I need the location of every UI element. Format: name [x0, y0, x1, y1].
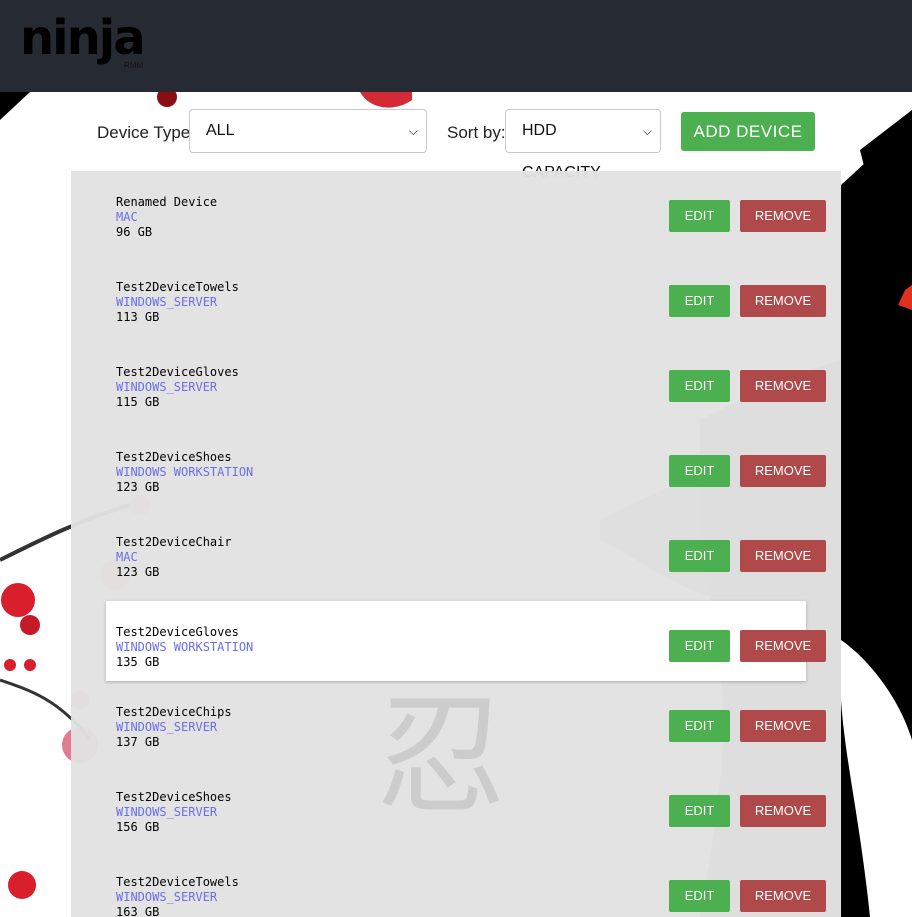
remove-button[interactable]: REMOVE: [740, 795, 826, 827]
device-name: Renamed Device: [116, 195, 218, 209]
top-header: ninja RMM: [0, 0, 912, 92]
edit-button[interactable]: EDIT: [669, 370, 730, 402]
device-type: MAC: [116, 550, 138, 564]
device-row: Test2DeviceGloves WINDOWS_SERVER 115 GB …: [106, 341, 826, 421]
device-name: Test2DeviceChips: [116, 705, 232, 719]
device-capacity: 115 GB: [116, 395, 160, 409]
device-row: Test2DeviceShoes WINDOWS_SERVER 156 GB E…: [106, 766, 826, 846]
edit-button[interactable]: EDIT: [669, 540, 730, 572]
device-name: Test2DeviceGloves: [116, 625, 239, 639]
ninja-logo[interactable]: ninja RMM: [20, 10, 150, 74]
remove-button[interactable]: REMOVE: [740, 285, 826, 317]
device-type: WINDOWS_SERVER: [116, 380, 218, 394]
chevron-down-icon: ⌵: [642, 124, 652, 138]
remove-button[interactable]: REMOVE: [740, 370, 826, 402]
device-name: Test2DeviceGloves: [116, 365, 239, 379]
remove-button[interactable]: REMOVE: [740, 540, 826, 572]
device-type: WINDOWS WORKSTATION: [116, 465, 254, 479]
logo-text: ninja: [20, 10, 146, 66]
chevron-down-icon: ⌵: [408, 124, 418, 138]
device-row: Test2DeviceTowels WINDOWS_SERVER 163 GB …: [106, 851, 826, 917]
device-name: Test2DeviceChair: [116, 535, 232, 549]
device-row-hovered[interactable]: Test2DeviceGloves WINDOWS WORKSTATION 13…: [106, 601, 826, 681]
device-type: WINDOWS_SERVER: [116, 295, 218, 309]
edit-button[interactable]: EDIT: [669, 200, 730, 232]
device-row: Test2DeviceTowels WINDOWS_SERVER 113 GB …: [106, 256, 826, 336]
device-row: Renamed Device MAC 96 GB EDIT REMOVE: [106, 171, 826, 251]
device-capacity: 113 GB: [116, 310, 160, 324]
edit-button[interactable]: EDIT: [669, 455, 730, 487]
device-capacity: 123 GB: [116, 480, 160, 494]
add-device-button[interactable]: ADD DEVICE: [681, 112, 815, 151]
sort-by-select[interactable]: HDD CAPACITY ⌵: [505, 109, 661, 181]
device-type-select[interactable]: ALL ⌵: [189, 109, 427, 153]
device-capacity: 123 GB: [116, 565, 160, 579]
device-capacity: 163 GB: [116, 905, 160, 917]
device-type: MAC: [116, 210, 138, 224]
device-name: Test2DeviceTowels: [116, 875, 239, 889]
edit-button[interactable]: EDIT: [669, 285, 730, 317]
device-type: WINDOWS WORKSTATION: [116, 640, 254, 654]
remove-button[interactable]: REMOVE: [740, 880, 826, 912]
remove-button[interactable]: REMOVE: [740, 630, 826, 662]
device-name: Test2DeviceShoes: [116, 790, 232, 804]
device-capacity: 96 GB: [116, 225, 153, 239]
device-name: Test2DeviceTowels: [116, 280, 239, 294]
edit-button[interactable]: EDIT: [669, 880, 730, 912]
remove-button[interactable]: REMOVE: [740, 710, 826, 742]
device-row: Test2DeviceShoes WINDOWS WORKSTATION 123…: [106, 426, 826, 506]
device-type: WINDOWS_SERVER: [116, 805, 218, 819]
device-row: Test2DeviceChips WINDOWS_SERVER 137 GB E…: [106, 681, 826, 761]
device-type: WINDOWS_SERVER: [116, 720, 218, 734]
device-capacity: 137 GB: [116, 735, 160, 749]
device-type-selected-value: ALL: [206, 122, 235, 139]
device-row: Test2DeviceChair MAC 123 GB EDIT REMOVE: [106, 511, 826, 591]
edit-button[interactable]: EDIT: [669, 630, 730, 662]
device-capacity: 156 GB: [116, 820, 160, 834]
device-type-label: Device Type:: [97, 123, 195, 142]
device-type: WINDOWS_SERVER: [116, 890, 218, 904]
edit-button[interactable]: EDIT: [669, 710, 730, 742]
remove-button[interactable]: REMOVE: [740, 200, 826, 232]
remove-button[interactable]: REMOVE: [740, 455, 826, 487]
edit-button[interactable]: EDIT: [669, 795, 730, 827]
device-name: Test2DeviceShoes: [116, 450, 232, 464]
device-capacity: 135 GB: [116, 655, 160, 669]
device-list-panel: 忍 Renamed Device MAC 96 GB EDIT REMOVE T…: [71, 171, 841, 917]
logo-subtext: RMM: [124, 61, 144, 70]
sort-by-label: Sort by:: [447, 123, 506, 142]
